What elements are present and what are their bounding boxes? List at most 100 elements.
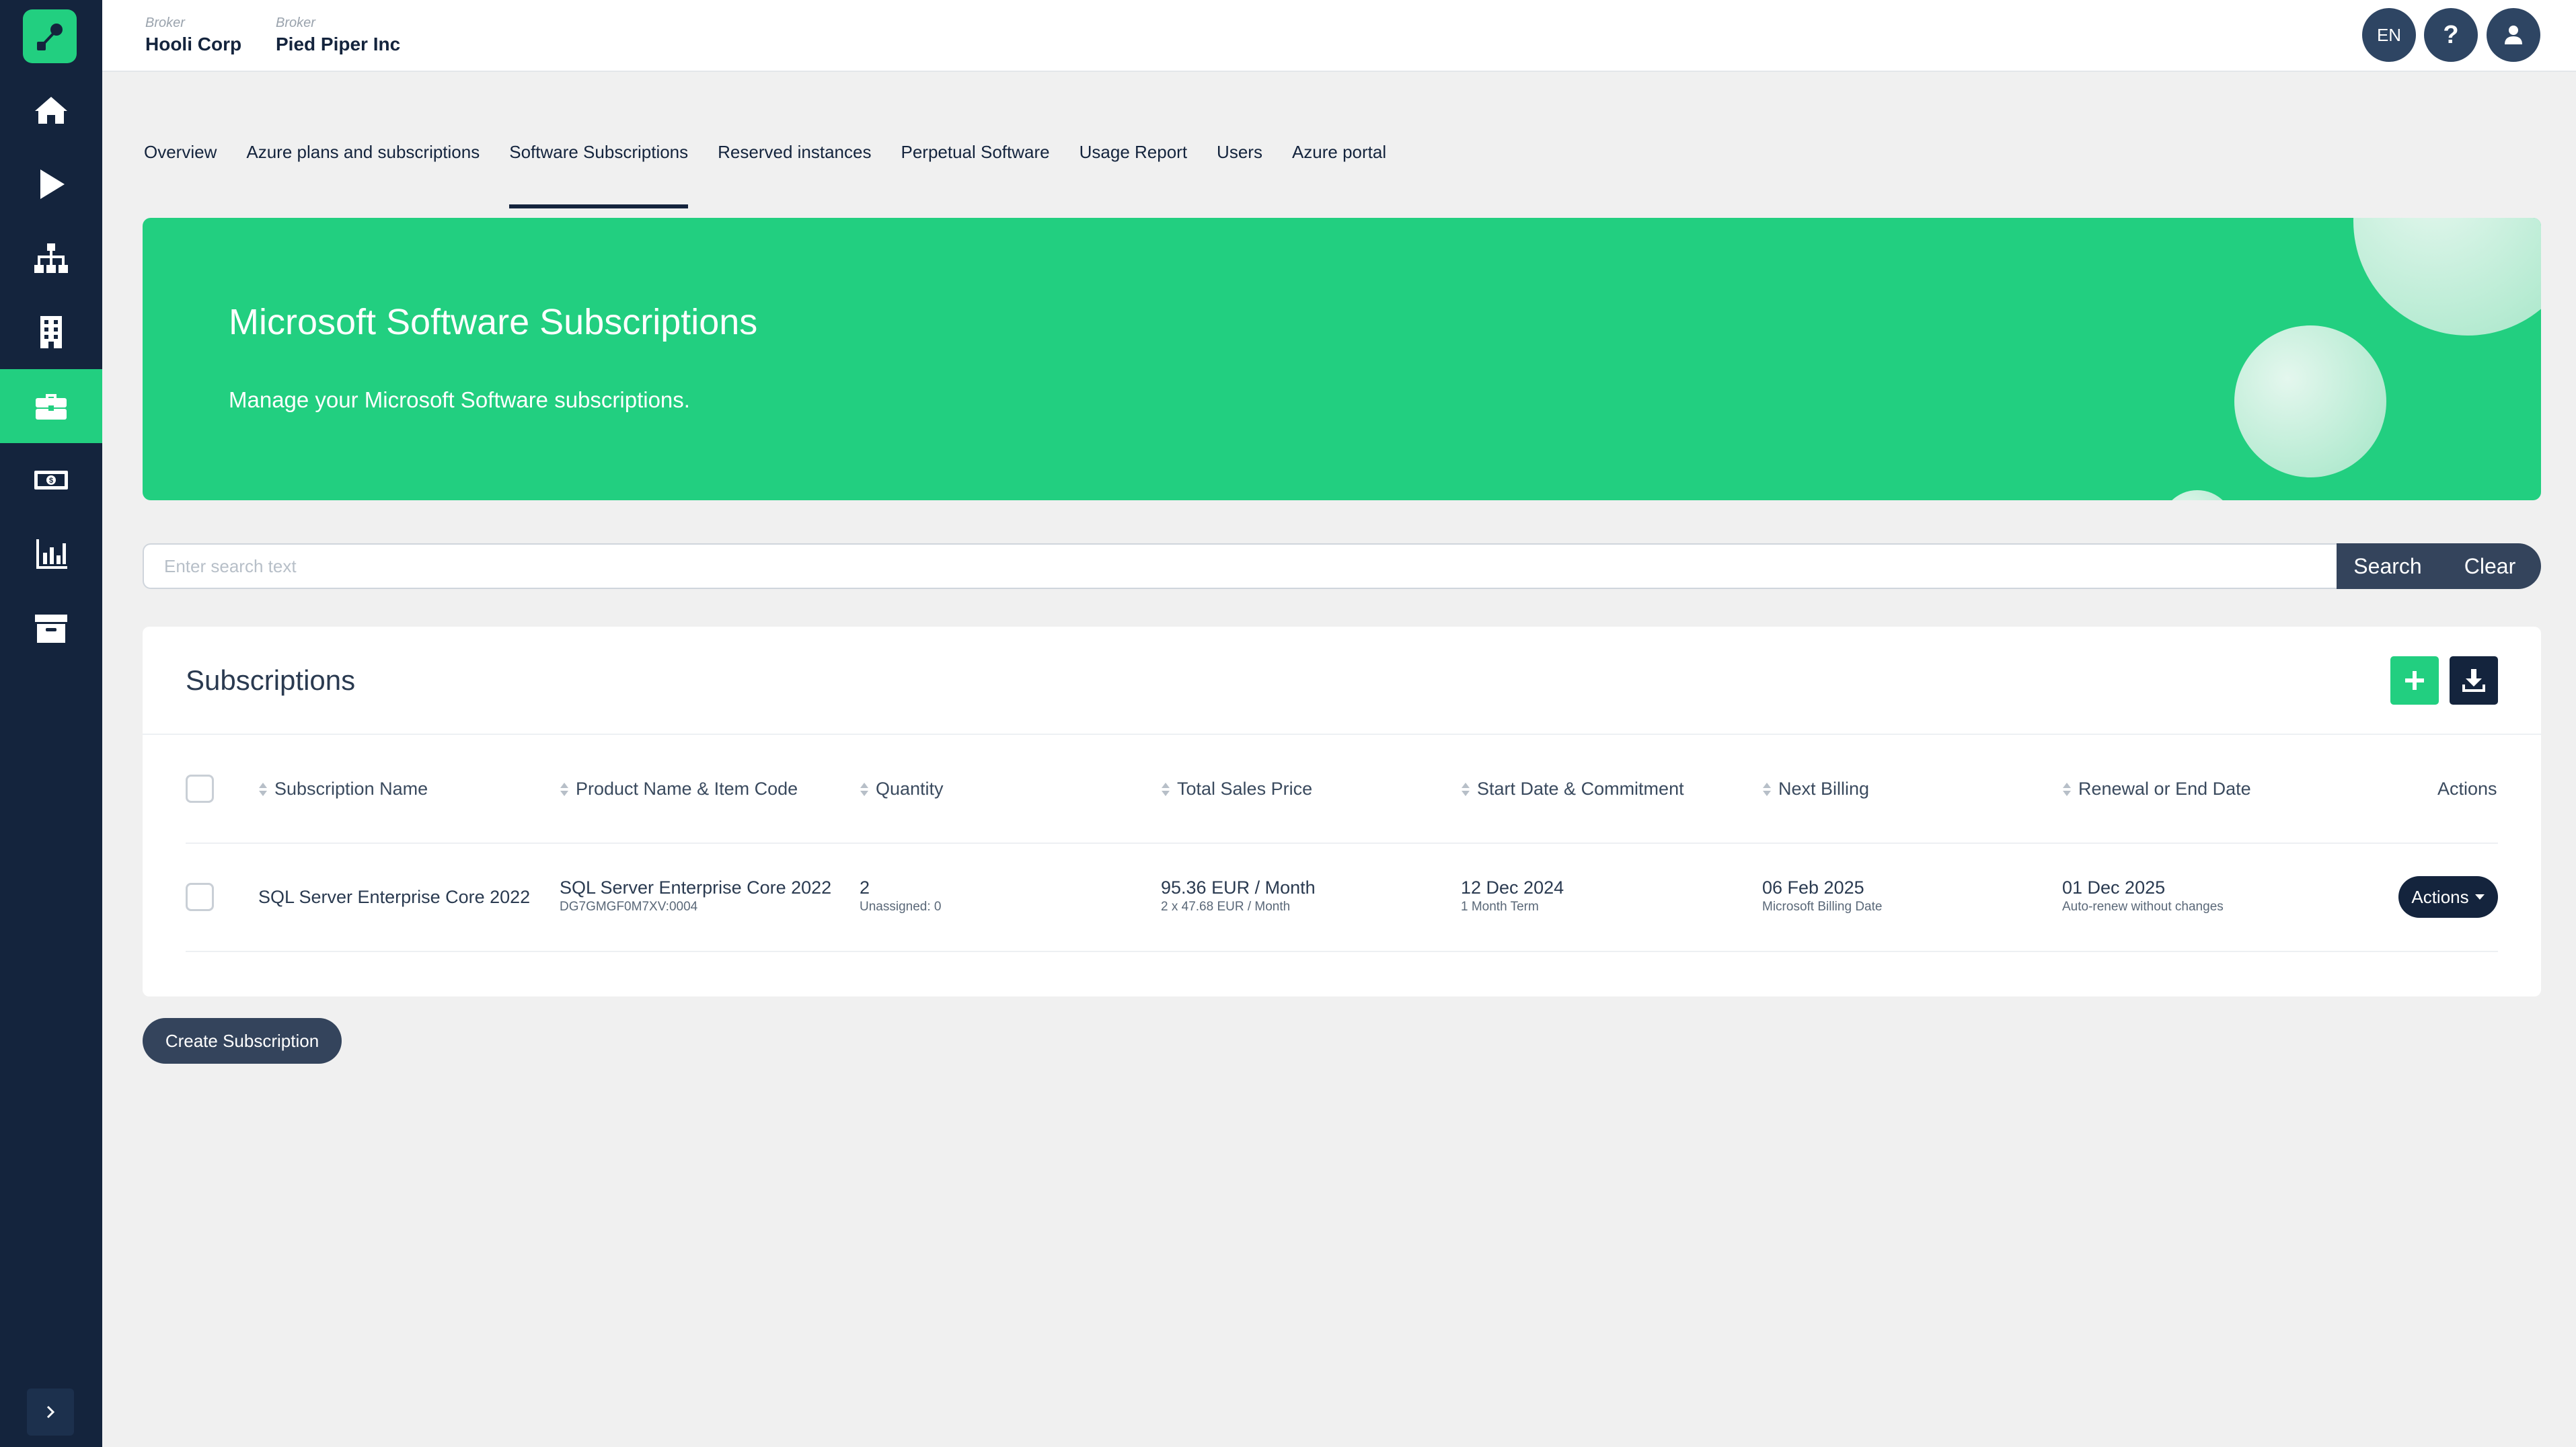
start-date: 12 Dec 2024 — [1461, 877, 1564, 898]
broker-label: Broker — [145, 15, 185, 30]
card-title: Subscriptions — [186, 664, 356, 696]
next-billing-cell: 06 Feb 2025 Microsoft Billing Date — [1762, 877, 1882, 916]
card-divider — [143, 734, 2541, 735]
column-header-next-billing[interactable]: Next Billing — [1762, 779, 1869, 799]
tab-usage-report[interactable]: Usage Report — [1079, 128, 1187, 198]
column-header-total-sales-price[interactable]: Total Sales Price — [1161, 779, 1312, 799]
column-header-product-name[interactable]: Product Name & Item Code — [560, 779, 798, 799]
expand-sidebar-button[interactable] — [27, 1389, 74, 1436]
select-all-checkbox[interactable] — [186, 775, 214, 803]
item-code: DG7GMGF0M7XV:0004 — [560, 900, 698, 914]
language-button[interactable]: EN — [2362, 8, 2416, 62]
download-button[interactable] — [2450, 656, 2498, 705]
commitment: 1 Month Term — [1461, 900, 1539, 914]
column-label: Total Sales Price — [1177, 779, 1313, 799]
create-subscription-button[interactable]: Create Subscription — [143, 1018, 342, 1064]
column-label: Product Name & Item Code — [576, 779, 798, 799]
sort-icon — [1763, 782, 1771, 796]
hero-banner: Microsoft Software Subscriptions Manage … — [143, 218, 2541, 500]
tab-perpetual-software[interactable]: Perpetual Software — [901, 128, 1049, 198]
sidebar-item-billing[interactable]: $ — [0, 443, 102, 517]
bar-chart-icon — [36, 539, 67, 569]
svg-text:$: $ — [49, 477, 53, 485]
column-header-actions: Actions — [2437, 779, 2497, 799]
top-bar: Broker Hooli Corp Broker Pied Piper Inc … — [102, 0, 2576, 72]
row-divider — [186, 843, 2498, 844]
tab-azure-plans[interactable]: Azure plans and subscriptions — [246, 128, 480, 198]
download-icon — [2462, 669, 2485, 692]
row-divider — [186, 951, 2498, 952]
search-button[interactable]: Search — [2337, 554, 2439, 579]
unassigned-count: Unassigned: 0 — [860, 900, 942, 914]
row-actions-button[interactable]: Actions — [2398, 876, 2498, 918]
hierarchy-icon — [34, 243, 68, 273]
column-label: Renewal or End Date — [2078, 779, 2251, 799]
plus-icon — [2405, 671, 2424, 690]
app-logo[interactable] — [23, 9, 77, 63]
sidebar-item-building[interactable] — [0, 295, 102, 369]
unit-price: 2 x 47.68 EUR / Month — [1161, 900, 1291, 914]
product-name: SQL Server Enterprise Core 2022 — [560, 877, 832, 898]
column-label: Actions — [2437, 779, 2497, 799]
decorative-bubble — [2234, 325, 2386, 477]
price-cell: 95.36 EUR / Month 2 x 47.68 EUR / Month — [1161, 877, 1316, 916]
sort-icon — [560, 782, 568, 796]
sidebar-item-hierarchy[interactable] — [0, 221, 102, 295]
money-icon: $ — [34, 471, 68, 490]
column-header-start-date[interactable]: Start Date & Commitment — [1461, 779, 1684, 799]
renewal-note: Auto-renew without changes — [2062, 900, 2224, 914]
home-icon — [35, 97, 67, 124]
help-button[interactable]: ? — [2424, 8, 2478, 62]
play-icon — [40, 169, 65, 199]
product-cell: SQL Server Enterprise Core 2022 DG7GMGF0… — [560, 877, 831, 916]
help-icon: ? — [2443, 20, 2459, 49]
tab-users[interactable]: Users — [1217, 128, 1262, 198]
sidebar-item-reports[interactable] — [0, 517, 102, 591]
quantity-cell: 2 Unassigned: 0 — [860, 877, 941, 916]
subscription-name: SQL Server Enterprise Core 2022 — [258, 887, 531, 907]
broker-pied-piper[interactable]: Broker Pied Piper Inc — [276, 15, 400, 58]
page-subtitle: Manage your Microsoft Software subscript… — [229, 387, 690, 412]
sidebar-item-play[interactable] — [0, 147, 102, 221]
column-header-subscription-name[interactable]: Subscription Name — [258, 779, 428, 799]
total-price: 95.36 EUR / Month — [1161, 877, 1316, 898]
tab-reserved-instances[interactable]: Reserved instances — [718, 128, 871, 198]
column-header-renewal-date[interactable]: Renewal or End Date — [2062, 779, 2251, 799]
renewal-cell: 01 Dec 2025 Auto-renew without changes — [2062, 877, 2224, 916]
sidebar-item-archive[interactable] — [0, 591, 102, 665]
search-button-group: Search Clear — [2337, 543, 2541, 589]
next-billing-date: 06 Feb 2025 — [1762, 877, 1864, 898]
tab-software-subscriptions[interactable]: Software Subscriptions — [509, 128, 688, 208]
broker-hooli[interactable]: Broker Hooli Corp — [145, 15, 241, 58]
user-icon — [2505, 26, 2522, 44]
sidebar-item-home[interactable] — [0, 73, 102, 147]
tab-bar: Overview Azure plans and subscriptions S… — [144, 128, 1386, 208]
page-title: Microsoft Software Subscriptions — [229, 302, 758, 342]
start-date-cell: 12 Dec 2024 1 Month Term — [1461, 877, 1564, 916]
broker-label: Broker — [276, 15, 315, 30]
subscription-name-cell[interactable]: SQL Server Enterprise Core 2022 — [258, 886, 530, 908]
clear-button[interactable]: Clear — [2439, 554, 2541, 579]
column-label: Subscription Name — [274, 779, 428, 799]
broker-name: Hooli Corp — [145, 34, 242, 54]
archive-icon — [35, 615, 67, 643]
logo-icon — [37, 24, 63, 50]
tab-azure-portal[interactable]: Azure portal — [1292, 128, 1386, 198]
search-input[interactable] — [143, 543, 2337, 589]
column-header-quantity[interactable]: Quantity — [860, 779, 944, 799]
decorative-bubble — [2353, 218, 2541, 336]
add-subscription-button[interactable] — [2390, 656, 2439, 705]
briefcase-icon — [36, 394, 67, 420]
sidebar: $ — [0, 0, 102, 1447]
tab-overview[interactable]: Overview — [144, 128, 217, 198]
renewal-date: 01 Dec 2025 — [2062, 877, 2166, 898]
caret-down-icon — [2474, 894, 2485, 900]
quantity: 2 — [860, 877, 870, 898]
column-label: Next Billing — [1778, 779, 1870, 799]
row-checkbox[interactable] — [186, 883, 214, 911]
broker-name: Pied Piper Inc — [276, 34, 401, 54]
billing-note: Microsoft Billing Date — [1762, 900, 1883, 914]
subscriptions-card: Subscriptions Subscription Name Product … — [143, 627, 2541, 996]
sidebar-item-briefcase[interactable] — [0, 369, 102, 443]
user-menu-button[interactable] — [2487, 8, 2540, 62]
